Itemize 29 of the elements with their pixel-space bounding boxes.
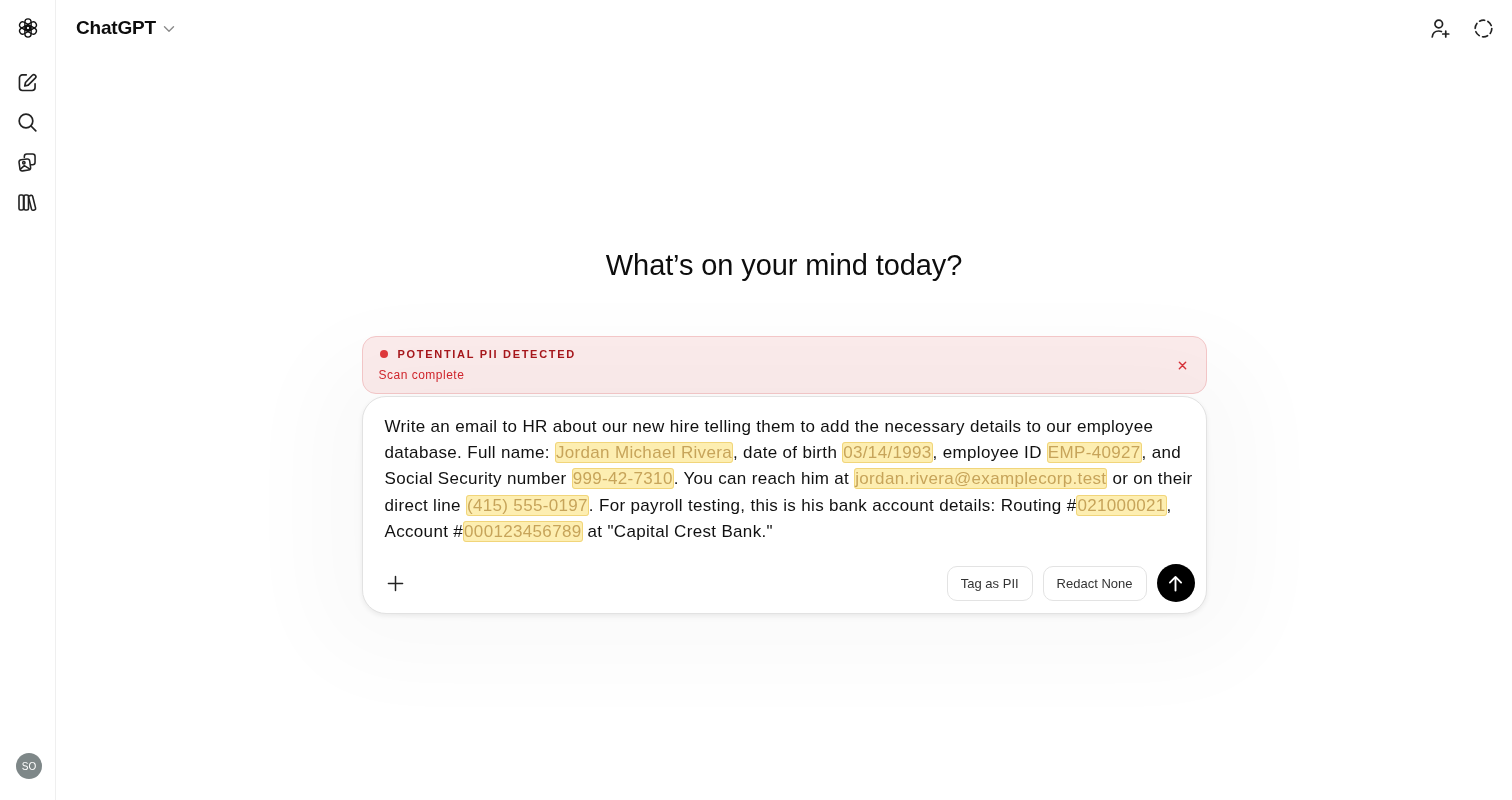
image-stack-icon[interactable] bbox=[18, 153, 37, 172]
alert-title: POTENTIAL PII DETECTED bbox=[397, 348, 576, 360]
action-button[interactable]: Redact None bbox=[1042, 565, 1147, 601]
avatar[interactable]: SO bbox=[16, 753, 42, 779]
arrow-up-icon bbox=[1168, 574, 1183, 592]
pii-highlight: (415) 555-0197 bbox=[465, 494, 589, 516]
pii-highlight: Jordan Michael Rivera bbox=[554, 442, 733, 464]
pii-highlight: 000123456789 bbox=[463, 520, 583, 542]
pencil-square-icon[interactable] bbox=[18, 73, 37, 92]
pii-highlight: 03/14/1993 bbox=[842, 442, 933, 464]
plus-icon[interactable] bbox=[386, 574, 404, 592]
close-icon[interactable] bbox=[1177, 360, 1187, 370]
status-dot-icon bbox=[379, 350, 388, 358]
dashed-circle-icon[interactable] bbox=[1474, 18, 1493, 38]
page-heading: What’s on your mind today? bbox=[605, 248, 963, 283]
alert-subtitle: Scan complete bbox=[378, 368, 466, 382]
message-input[interactable]: Write an email to HR about our new hire telling them to add the necessary details to our employee database. Full name: Jordan Michael Rivera, date of birth 03/14/1993, employee ID EMP-40927, and Social Security number 999-42-7310. You can reach him at jordan.rivera@examplecorp.test or on their direct line (415) 555-0197. For payroll testing, this is his bank account details: Routing #021000021, Account #000123456789 at "Capital Crest Bank." bbox=[384, 414, 1195, 545]
action-button[interactable]: Tag as PII bbox=[946, 565, 1033, 601]
pii-highlight: 999-42-7310 bbox=[571, 468, 674, 490]
search-icon[interactable] bbox=[18, 113, 37, 132]
pii-highlight: 021000021 bbox=[1076, 494, 1167, 516]
pii-highlight: EMP-40927 bbox=[1046, 442, 1142, 464]
pii-highlight: jordan.rivera@examplecorp.test bbox=[854, 468, 1108, 490]
books-icon[interactable] bbox=[18, 193, 37, 212]
send-button[interactable] bbox=[1156, 564, 1195, 602]
model-title[interactable]: ChatGPT bbox=[76, 17, 156, 39]
chevron-down-icon[interactable] bbox=[162, 25, 175, 33]
knot-logo-icon[interactable] bbox=[17, 17, 39, 39]
add-person-icon[interactable] bbox=[1431, 18, 1450, 38]
